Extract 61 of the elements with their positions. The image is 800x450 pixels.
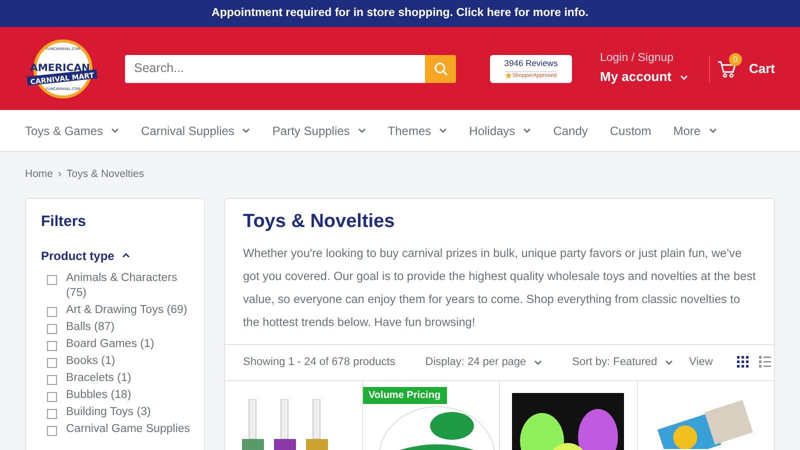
filter-option[interactable]: Art & Drawing Toys (69) (66, 302, 188, 318)
filter-option[interactable]: Books (1) (66, 354, 116, 368)
chevron-icon (665, 360, 674, 365)
chevron-icon (680, 75, 688, 80)
collection-title: Toys & Novelties (243, 211, 396, 234)
filter-group-toggle[interactable]: Product type (41, 246, 190, 264)
checkbox[interactable] (47, 408, 57, 418)
checkbox[interactable] (47, 358, 57, 368)
breadcrumb-separator: › (58, 167, 62, 182)
star-icon (505, 72, 512, 80)
nav-menu-item[interactable]: Toys & Games (25, 122, 120, 140)
chevron-icon (242, 128, 250, 133)
checkbox[interactable] (47, 274, 57, 284)
list-view-icon[interactable] (758, 356, 771, 368)
chevron-icon (534, 360, 542, 365)
checkbox[interactable] (47, 426, 57, 436)
filter-option[interactable]: Carnival Game Supplies (66, 422, 190, 436)
nav-menu-item[interactable]: Carnival Supplies (141, 122, 250, 140)
collection-description: Whether you're looking to buy carnival prizes in bulk, unique party favors or just plain fun, we’ve got you covered. Our goal is to provide the highest quality wholesale toys and novelties at the best value, so everyone can enjoy them for years to come. Shop everything from classic novelties to the hottest trends below. Have fun browsing! (243, 244, 756, 331)
results-count: Showing 1 - 24 of 678 products (243, 355, 396, 370)
nav-menu-item[interactable]: Custom (610, 122, 652, 140)
account-menu[interactable]: My account (600, 67, 688, 87)
checkbox[interactable] (47, 374, 57, 384)
checkbox[interactable] (47, 306, 57, 316)
search-field[interactable]: Search... (125, 54, 425, 82)
display-dropdown[interactable]: Display: 24 per page (425, 354, 542, 371)
chevron-icon (439, 128, 448, 133)
glowing-balls-photo[interactable] (512, 392, 624, 450)
chevron-icon (358, 128, 366, 133)
cart-count: 0 (728, 53, 742, 66)
filter-option[interactable]: Animals & Characters (75) (66, 270, 190, 300)
review-count: 3946 Reviews (504, 57, 558, 70)
login-link[interactable]: Login / Signup (600, 50, 688, 68)
breadcrumb-link[interactable]: Toys & Novelties (66, 167, 144, 183)
chevron-icon (708, 128, 717, 133)
sort-dropdown[interactable]: Sort by: Featured (572, 354, 674, 371)
view-label: View (688, 355, 713, 370)
checkbox[interactable] (47, 324, 57, 334)
filter-option[interactable]: Balls (87) (66, 320, 115, 334)
volume-pricing-badge: Volume Pricing (362, 386, 447, 404)
checkbox[interactable] (47, 340, 57, 350)
filter-option[interactable]: Bubbles (18) (66, 388, 132, 402)
nav-menu-item[interactable]: Themes (388, 122, 448, 140)
breadcrumb-link[interactable]: Home (25, 167, 54, 183)
nav-menu-item[interactable]: Candy (553, 122, 588, 140)
chevron-icon (122, 253, 130, 258)
cart-link[interactable]: Cart (748, 58, 775, 78)
checkbox[interactable] (47, 392, 57, 402)
search-button[interactable] (425, 54, 456, 82)
nav-menu-item[interactable]: Party Supplies (272, 122, 366, 140)
nav-menu-item[interactable]: Holidays (469, 122, 532, 140)
search-icon (434, 62, 448, 76)
filter-option[interactable]: Board Games (1) (66, 336, 154, 352)
chevron-icon (111, 128, 120, 133)
grid-view-icon[interactable] (736, 356, 749, 368)
nav-menu-item[interactable]: More (673, 122, 717, 140)
filter-option[interactable]: Bracelets (1) (66, 370, 132, 386)
chevron-icon (523, 128, 532, 133)
beach-ball-drawing[interactable] (376, 404, 496, 450)
filter-option[interactable]: Building Toys (3) (66, 404, 151, 420)
filters-title: Filters (41, 212, 88, 232)
